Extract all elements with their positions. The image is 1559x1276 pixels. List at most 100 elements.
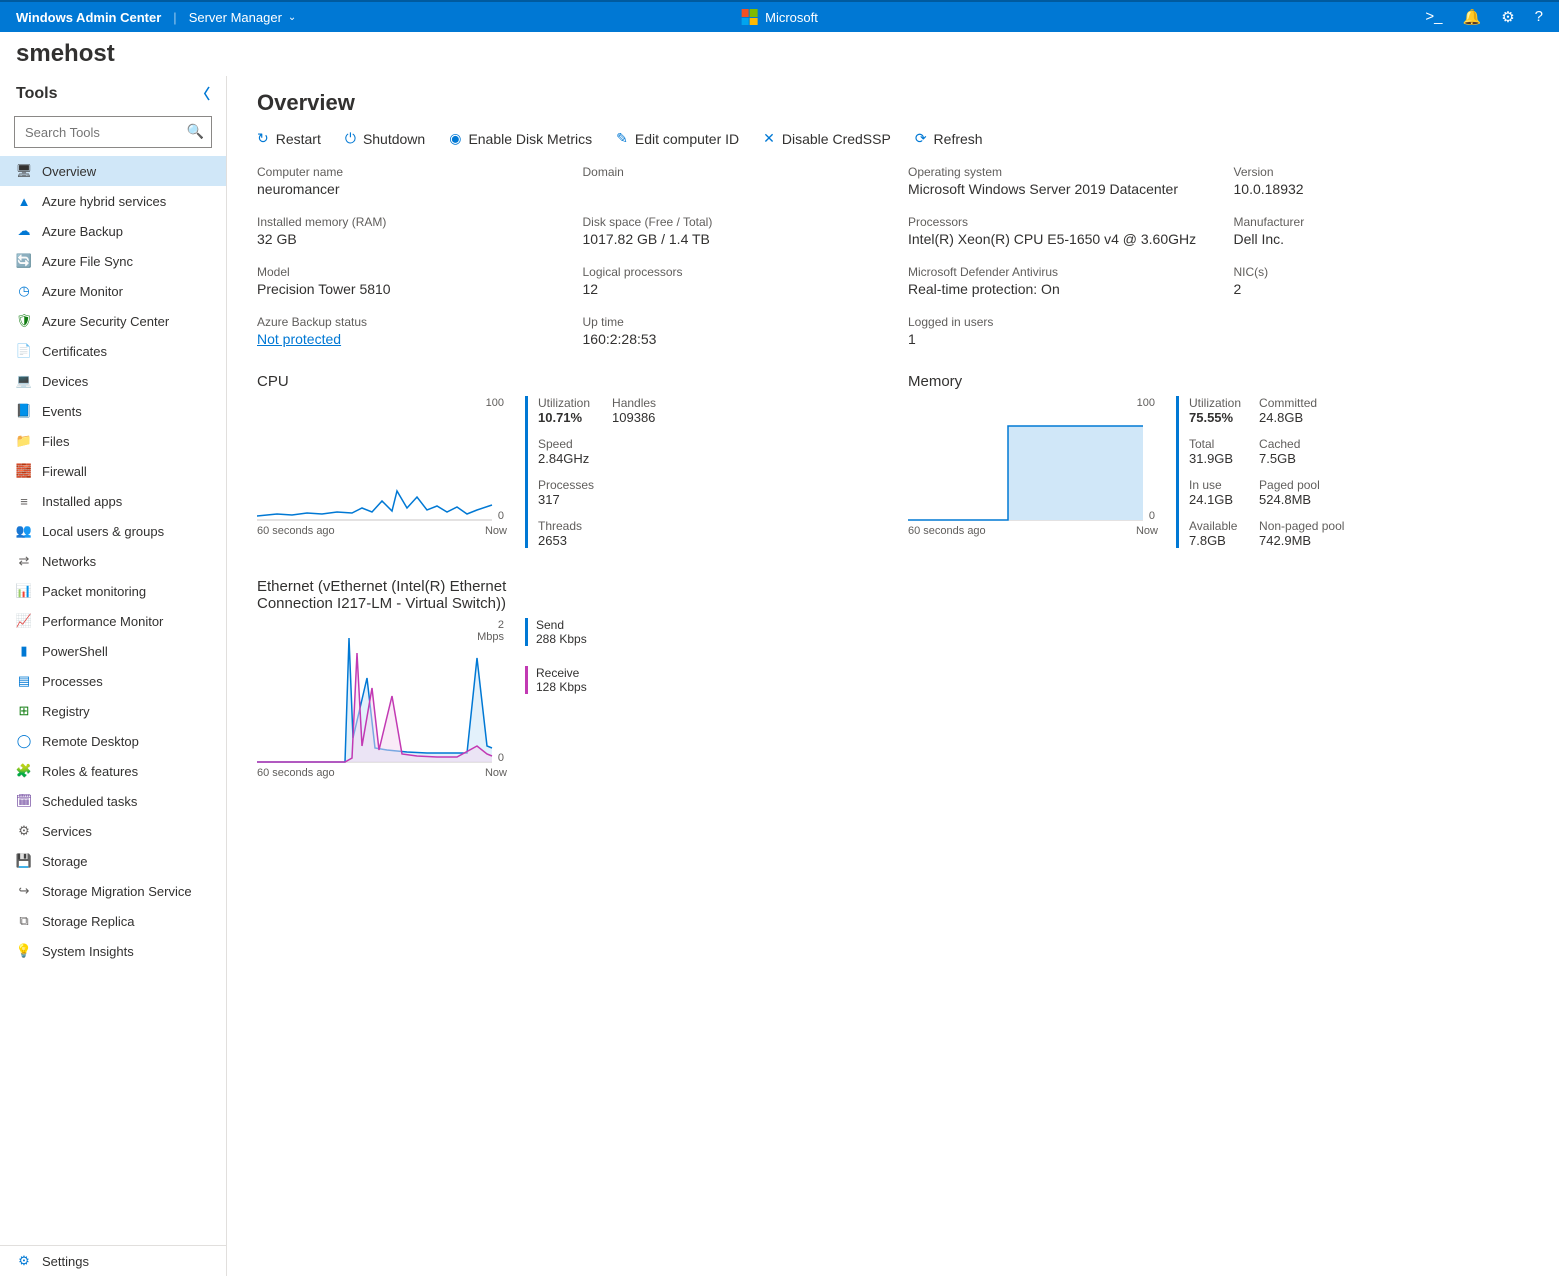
prop-label: Azure Backup status: [257, 315, 553, 329]
eth-x-right: Now: [485, 767, 507, 779]
page-title: Overview: [257, 90, 1529, 116]
tool-icon: ◷: [16, 283, 32, 299]
sidebar-item-storage-replica[interactable]: ⧉ Storage Replica: [0, 906, 226, 936]
stat-value: 742.9MB: [1259, 533, 1344, 548]
sidebar-item-firewall[interactable]: 🧱 Firewall: [0, 456, 226, 486]
tools-sidebar: Tools 〈 🔍 🖥 Overview▲ Azure hybrid servi…: [0, 76, 227, 1276]
stat-value: 109386: [612, 410, 656, 425]
sidebar-item-overview[interactable]: 🖥 Overview: [0, 156, 226, 186]
prop-value[interactable]: Not protected: [257, 331, 553, 347]
sidebar-item-azure-hybrid-services[interactable]: ▲ Azure hybrid services: [0, 186, 226, 216]
sidebar-item-azure-file-sync[interactable]: 🔄 Azure File Sync: [0, 246, 226, 276]
cpu-chart[interactable]: 100 0 60 seconds ago Now: [257, 396, 507, 548]
property-grid: Computer name neuromancerDomain Operatin…: [257, 165, 1529, 347]
sidebar-item-system-insights[interactable]: 💡 System Insights: [0, 936, 226, 966]
sidebar-item-storage[interactable]: 💾 Storage: [0, 846, 226, 876]
sidebar-item-label: Services: [42, 824, 92, 839]
action-icon: ↻: [257, 130, 269, 147]
help-icon[interactable]: ?: [1535, 8, 1543, 26]
context-label: Server Manager: [189, 10, 282, 25]
context-picker[interactable]: Server Manager ⌄: [189, 10, 297, 25]
sidebar-item-label: Devices: [42, 374, 88, 389]
prop-label: Processors: [908, 215, 1204, 229]
sidebar-item-storage-migration-service[interactable]: ↪ Storage Migration Service: [0, 876, 226, 906]
sidebar-item-services[interactable]: ⚙ Services: [0, 816, 226, 846]
sidebar-item-files[interactable]: 📁 Files: [0, 426, 226, 456]
stat-processes: Processes 317: [538, 478, 594, 507]
sidebar-item-processes[interactable]: ▤ Processes: [0, 666, 226, 696]
sidebar-item-registry[interactable]: ⊞ Registry: [0, 696, 226, 726]
tool-icon: 🧱: [16, 463, 32, 479]
collapse-sidebar-icon[interactable]: 〈: [196, 84, 210, 104]
ethernet-chart[interactable]: 2 Mbps 0 60 seconds ago Now: [257, 618, 507, 779]
settings-icon[interactable]: ⚙: [1501, 8, 1514, 26]
stat-available: Available 7.8GB: [1189, 519, 1241, 548]
cloud-shell-icon[interactable]: >_: [1425, 8, 1442, 26]
ethernet-stats: Send 288 Kbps Receive 128 Kbps: [525, 618, 587, 694]
sidebar-item-azure-monitor[interactable]: ◷ Azure Monitor: [0, 276, 226, 306]
sidebar-item-devices[interactable]: 💻 Devices: [0, 366, 226, 396]
prop-value: Precision Tower 5810: [257, 281, 553, 297]
sidebar-item-azure-security-center[interactable]: 🛡 Azure Security Center: [0, 306, 226, 336]
sidebar-item-performance-monitor[interactable]: 📈 Performance Monitor: [0, 606, 226, 636]
brand-label[interactable]: Windows Admin Center: [16, 10, 161, 25]
tool-icon: ⇄: [16, 553, 32, 569]
eth-x-left: 60 seconds ago: [257, 767, 335, 779]
prop-label: Installed memory (RAM): [257, 215, 553, 229]
notifications-icon[interactable]: 🔔: [1463, 8, 1482, 26]
prop-processors: Processors Intel(R) Xeon(R) CPU E5-1650 …: [908, 215, 1204, 247]
search-tools-input[interactable]: [14, 116, 212, 148]
prop-domain: Domain: [583, 165, 879, 197]
ethernet-chart-title: Ethernet (vEthernet (Intel(R) Ethernet C…: [257, 578, 507, 612]
cpu-stats: Utilization 10.71% Handles 109386 Speed 2.…: [525, 396, 656, 548]
sidebar-item-azure-backup[interactable]: ☁ Azure Backup: [0, 216, 226, 246]
action-restart[interactable]: ↻Restart: [257, 130, 321, 147]
action-enable-disk-metrics[interactable]: ◉Enable Disk Metrics: [449, 130, 592, 147]
tool-icon: 📘: [16, 403, 32, 419]
sidebar-item-powershell[interactable]: ▮ PowerShell: [0, 636, 226, 666]
action-label: Disable CredSSP: [782, 131, 891, 147]
stat-label: Available: [1189, 519, 1241, 533]
memory-chart[interactable]: 100 0 60 seconds ago Now: [908, 396, 1158, 548]
sidebar-item-label: Registry: [42, 704, 90, 719]
stat-utilization: Utilization 10.71%: [538, 396, 594, 425]
prop-value: Microsoft Windows Server 2019 Datacenter: [908, 181, 1204, 197]
stat-utilization: Utilization 75.55%: [1189, 396, 1241, 425]
stat-label: Handles: [612, 396, 656, 410]
stat-label: Threads: [538, 519, 594, 533]
sidebar-item-label: Storage Migration Service: [42, 884, 192, 899]
sidebar-item-remote-desktop[interactable]: ◯ Remote Desktop: [0, 726, 226, 756]
action-edit-computer-id[interactable]: ✎ Edit computer ID: [616, 130, 739, 147]
action-icon: ✎: [616, 130, 628, 147]
memory-x-left: 60 seconds ago: [908, 525, 986, 537]
prop-label: Microsoft Defender Antivirus: [908, 265, 1204, 279]
sidebar-item-roles-features[interactable]: 🧩 Roles & features: [0, 756, 226, 786]
sidebar-item-networks[interactable]: ⇄ Networks: [0, 546, 226, 576]
action-refresh[interactable]: ⟳Refresh: [915, 130, 983, 147]
stat-value: 2653: [538, 533, 594, 548]
stat-cached: Cached 7.5GB: [1259, 437, 1344, 466]
ethernet-chart-card: Ethernet (vEthernet (Intel(R) Ethernet C…: [257, 578, 878, 779]
tool-icon: 🖥: [16, 163, 32, 179]
action-icon: ⟳: [915, 130, 927, 147]
memory-chart-card: Memory 100 0 60 seconds ago Now: [908, 373, 1529, 548]
tool-icon: 👥: [16, 523, 32, 539]
tool-icon: 📁: [16, 433, 32, 449]
prop-model: Model Precision Tower 5810: [257, 265, 553, 297]
stat-speed: Speed 2.84GHz: [538, 437, 594, 466]
tool-icon: 📄: [16, 343, 32, 359]
sidebar-item-local-users-groups[interactable]: 👥 Local users & groups: [0, 516, 226, 546]
sidebar-item-label: Storage: [42, 854, 88, 869]
action-label: Edit computer ID: [635, 131, 739, 147]
sidebar-item-certificates[interactable]: 📄 Certificates: [0, 336, 226, 366]
sidebar-item-packet-monitoring[interactable]: 📊 Packet monitoring: [0, 576, 226, 606]
action-disable-credssp[interactable]: ✕Disable CredSSP: [763, 130, 891, 147]
tool-icon: 🧩: [16, 763, 32, 779]
sidebar-item-installed-apps[interactable]: ≡ Installed apps: [0, 486, 226, 516]
sidebar-item-label: Events: [42, 404, 82, 419]
prop-label: Computer name: [257, 165, 553, 179]
action-shutdown[interactable]: ⏻Shutdown: [345, 130, 425, 147]
sidebar-item-settings[interactable]: ⚙ Settings: [0, 1246, 226, 1276]
sidebar-item-events[interactable]: 📘 Events: [0, 396, 226, 426]
sidebar-item-scheduled-tasks[interactable]: 🗓 Scheduled tasks: [0, 786, 226, 816]
